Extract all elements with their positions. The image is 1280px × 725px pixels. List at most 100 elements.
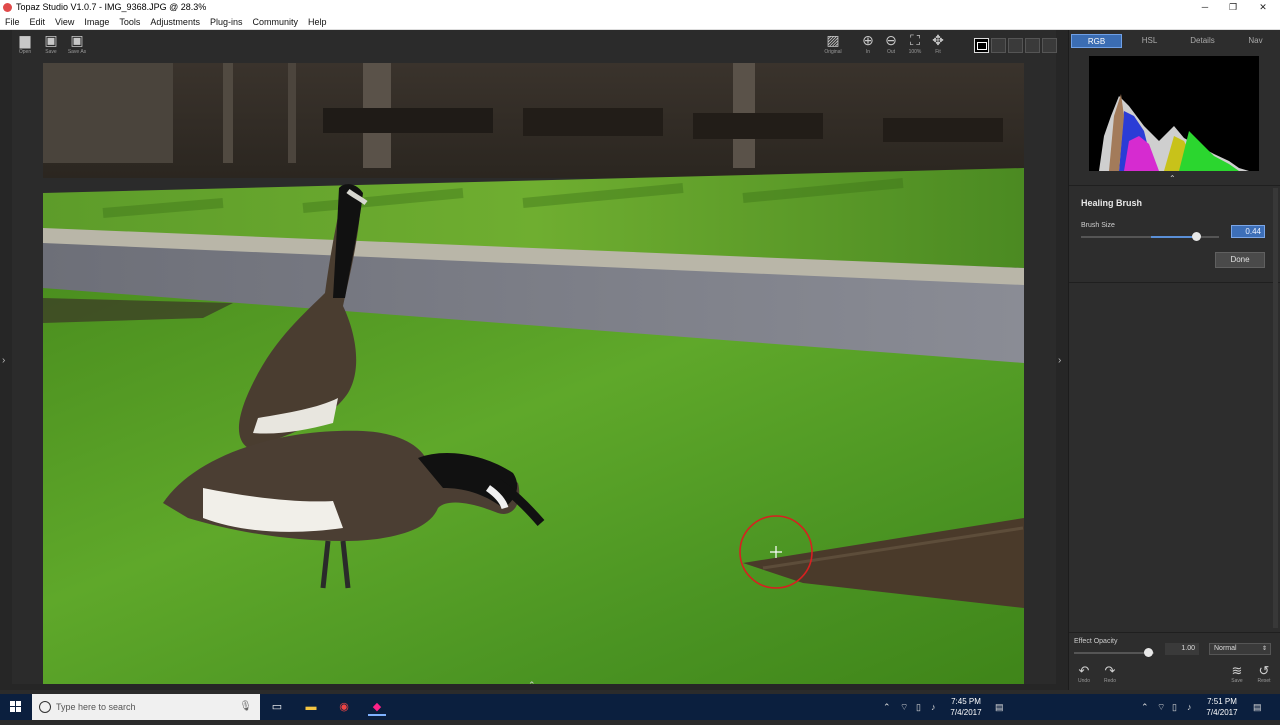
photo-geese-on-grass (43, 63, 1024, 684)
single-view-mode-button[interactable] (974, 38, 989, 53)
view-mode-group (974, 38, 1060, 53)
panel-scrollbar[interactable] (1273, 188, 1278, 628)
topaz-logo-icon (3, 3, 12, 12)
taskbar-clock-left[interactable]: 7:45 PM 7/4/2017 (946, 696, 986, 718)
volume-icon-2[interactable]: ♪ (1187, 694, 1192, 720)
menu-file[interactable]: File (5, 15, 20, 29)
effect-opacity-slider[interactable] (1074, 652, 1154, 654)
tab-rgb[interactable]: RGB (1071, 34, 1122, 48)
power-icon-2[interactable]: ▯ (1172, 694, 1177, 720)
tab-details[interactable]: Details (1177, 34, 1228, 48)
floppy-disk-icon: ▣ (44, 32, 58, 48)
tab-nav[interactable]: Nav (1230, 34, 1280, 48)
start-button[interactable] (0, 694, 32, 720)
fit-button[interactable]: ✥ Fit (927, 32, 949, 60)
image-icon: ▨ (826, 32, 840, 48)
brush-size-slider-handle[interactable] (1192, 232, 1201, 241)
network-icon[interactable]: ⌔ (900, 694, 908, 720)
open-button[interactable]: ▆ Open (14, 32, 36, 60)
topaz-studio-taskbar-icon[interactable]: ◆ (368, 698, 386, 716)
window-title: Topaz Studio V1.0.7 - IMG_9368.JPG @ 28.… (16, 2, 207, 12)
menu-edit[interactable]: Edit (30, 15, 46, 29)
zoom-out-icon: ⊖ (885, 32, 897, 48)
blend-mode-select[interactable]: Normal ⇕ (1209, 643, 1271, 655)
taskbar-clock-right[interactable]: 7:51 PM 7/4/2017 (1202, 696, 1242, 718)
maximize-button[interactable]: ❐ (1218, 0, 1248, 15)
tray-overflow-icon[interactable]: ⌃ (883, 694, 891, 720)
floppy-disk-edit-icon: ▣ (70, 32, 84, 48)
tab-hsl[interactable]: HSL (1124, 34, 1175, 48)
brush-size-input[interactable]: 0.44 (1231, 225, 1265, 238)
menu-help[interactable]: Help (308, 15, 327, 29)
layers-save-icon: ≋ (1231, 663, 1243, 678)
done-button[interactable]: Done (1215, 252, 1265, 268)
divider (1069, 632, 1280, 633)
blend-mode-value: Normal (1214, 645, 1237, 652)
search-placeholder: Type here to search (56, 702, 136, 712)
reset-button[interactable]: ↺ Reset (1253, 663, 1275, 685)
zoom-in-icon: ⊕ (862, 32, 874, 48)
image-canvas[interactable] (43, 63, 1024, 684)
save-as-button[interactable]: ▣ Save As (66, 32, 88, 60)
menu-image[interactable]: Image (84, 15, 109, 29)
side-by-side-view-mode-button[interactable] (1008, 38, 1023, 53)
windows-taskbar: Type here to search 🎙 ▭ ▬ ◉ ◆ ⌃ ⌔ ▯ ♪ 7:… (0, 694, 1280, 720)
panel-tabs: RGB HSL Details Nav (1069, 34, 1280, 50)
menu-bar: File Edit View Image Tools Adjustments P… (0, 15, 1280, 30)
title-bar: Topaz Studio V1.0.7 - IMG_9368.JPG @ 28.… (0, 0, 1280, 15)
minimize-button[interactable]: ─ (1190, 0, 1220, 15)
collapse-right-panel-icon[interactable]: › (1058, 355, 1061, 366)
right-panel: RGB HSL Details Nav ⌃ Healing Brush Brus… (1068, 30, 1280, 690)
menu-community[interactable]: Community (252, 15, 298, 29)
zoom-out-button[interactable]: ⊖ Out (880, 32, 902, 60)
network-icon-2[interactable]: ⌔ (1157, 694, 1165, 720)
file-explorer-icon[interactable]: ▬ (302, 698, 320, 716)
folder-icon: ▆ (19, 32, 31, 48)
action-center-icon-2[interactable]: ▤ (1253, 694, 1262, 720)
menu-view[interactable]: View (55, 15, 74, 29)
expand-bottom-panel-icon[interactable]: ⌃ (528, 680, 536, 691)
windows-logo-icon (10, 701, 21, 712)
undo-icon: ↶ (1078, 663, 1090, 678)
divider (1069, 185, 1280, 186)
volume-icon[interactable]: ♪ (931, 694, 936, 720)
expand-left-panel-icon[interactable]: › (2, 355, 5, 366)
redo-icon: ↷ (1104, 663, 1116, 678)
original-button[interactable]: ▨ Original (822, 32, 844, 60)
microphone-icon[interactable]: 🎙 (239, 694, 252, 720)
save-button[interactable]: ▣ Save (40, 32, 62, 60)
fit-screen-icon: ✥ (932, 32, 944, 48)
actual-size-icon: ⛶ (910, 32, 920, 48)
save-preset-button[interactable]: ≋ Save (1226, 663, 1248, 685)
reset-icon: ↺ (1258, 663, 1270, 678)
task-view-icon[interactable]: ▭ (268, 698, 286, 716)
cortana-icon (39, 701, 51, 713)
stacked-view-mode-button[interactable] (1025, 38, 1040, 53)
action-center-icon[interactable]: ▤ (995, 694, 1004, 720)
toolbar: ▆ Open ▣ Save ▣ Save As ▨ Original ⊕ In … (12, 30, 1057, 62)
menu-adjustments[interactable]: Adjustments (150, 15, 200, 29)
tool-title: Healing Brush (1081, 198, 1143, 208)
redo-button[interactable]: ↷ Redo (1099, 663, 1121, 685)
brush-size-label: Brush Size (1081, 222, 1115, 229)
divider (1069, 282, 1280, 283)
zoom-in-button[interactable]: ⊕ In (857, 32, 879, 60)
zoom-100-button[interactable]: ⛶ 100% (904, 32, 926, 60)
effect-opacity-input[interactable]: 1.00 (1165, 643, 1199, 655)
menu-plugins[interactable]: Plug-ins (210, 15, 243, 29)
rgb-histogram (1089, 56, 1259, 171)
quad-view-mode-button[interactable] (1042, 38, 1057, 53)
taskbar-search-box[interactable]: Type here to search 🎙 (32, 694, 260, 720)
brush-size-slider-fill (1151, 236, 1197, 238)
power-icon[interactable]: ▯ (916, 694, 921, 720)
chrome-icon[interactable]: ◉ (335, 698, 353, 716)
effect-opacity-slider-handle[interactable] (1144, 648, 1153, 657)
chevron-updown-icon: ⇕ (1261, 646, 1267, 652)
effect-opacity-label: Effect Opacity (1074, 638, 1118, 645)
collapse-histogram-icon[interactable]: ⌃ (1169, 174, 1176, 183)
split-view-mode-button[interactable] (991, 38, 1006, 53)
tray-overflow-icon-2[interactable]: ⌃ (1141, 694, 1149, 720)
menu-tools[interactable]: Tools (119, 15, 140, 29)
undo-button[interactable]: ↶ Undo (1073, 663, 1095, 685)
close-button[interactable]: ✕ (1248, 0, 1278, 15)
